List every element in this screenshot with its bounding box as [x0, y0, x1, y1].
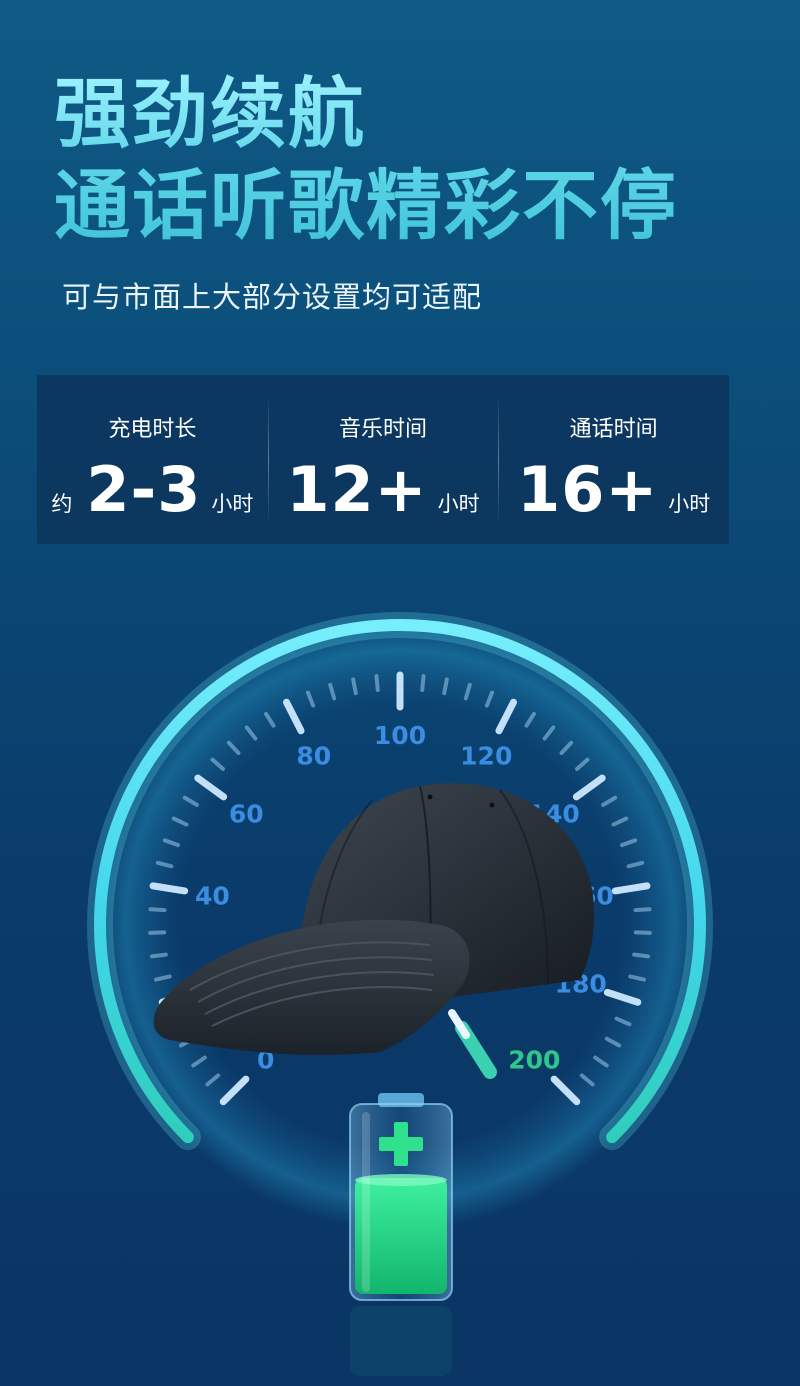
gauge-tick-label: 80: [296, 742, 331, 771]
stat-value: 16+: [517, 453, 659, 526]
headline-line-2: 通话听歌精彩不停: [54, 161, 678, 250]
stat-unit: 小时: [668, 492, 711, 516]
stat-music-time: 音乐时间 12+ 小时: [267, 375, 499, 544]
battery-charging-icon: [349, 1093, 453, 1376]
gauge-tick-label: 60: [229, 799, 264, 828]
stat-value: 2-3: [86, 453, 202, 526]
stat-value: 12+: [286, 453, 428, 526]
headline-line-1: 强劲续航: [54, 69, 366, 158]
stat-row: 约 2-3 小时: [37, 455, 268, 525]
subtitle: 可与市面上大部分设置均可适配: [62, 280, 483, 314]
minor-tick: [442, 677, 449, 696]
stat-prefix: 约: [51, 492, 73, 516]
gauge-tick-label: 40: [195, 881, 230, 910]
stat-charge-time: 充电时长 约 2-3 小时: [37, 375, 268, 544]
minor-tick: [351, 677, 358, 696]
minor-tick: [148, 907, 167, 913]
stat-label: 通话时间: [569, 417, 658, 442]
gauge-tick-label: 100: [374, 721, 426, 750]
minor-tick: [632, 952, 651, 959]
minor-tick: [149, 952, 168, 959]
headline: 强劲续航 通话听歌精彩不停: [54, 68, 678, 252]
gauge-tick-label: 120: [460, 742, 512, 771]
major-tick: [149, 882, 189, 895]
speedometer-gauge: 020406080100120140160180200: [87, 612, 713, 1376]
stat-row: 16+ 小时: [498, 455, 729, 525]
stat-unit: 小时: [437, 492, 480, 516]
minor-tick: [374, 674, 380, 693]
gauge-tick-label: 200: [508, 1045, 560, 1074]
minor-tick: [633, 907, 652, 913]
stat-label: 音乐时间: [339, 417, 428, 442]
major-tick: [611, 882, 651, 895]
stat-unit: 小时: [211, 492, 254, 516]
stats-panel: 充电时长 约 2-3 小时 音乐时间 12+ 小时 通话时间 16+ 小时: [37, 375, 729, 544]
minor-tick: [420, 674, 426, 693]
stat-label: 充电时长: [108, 417, 197, 442]
stat-row: 12+ 小时: [268, 455, 499, 525]
stat-call-time: 通话时间 16+ 小时: [498, 375, 729, 544]
